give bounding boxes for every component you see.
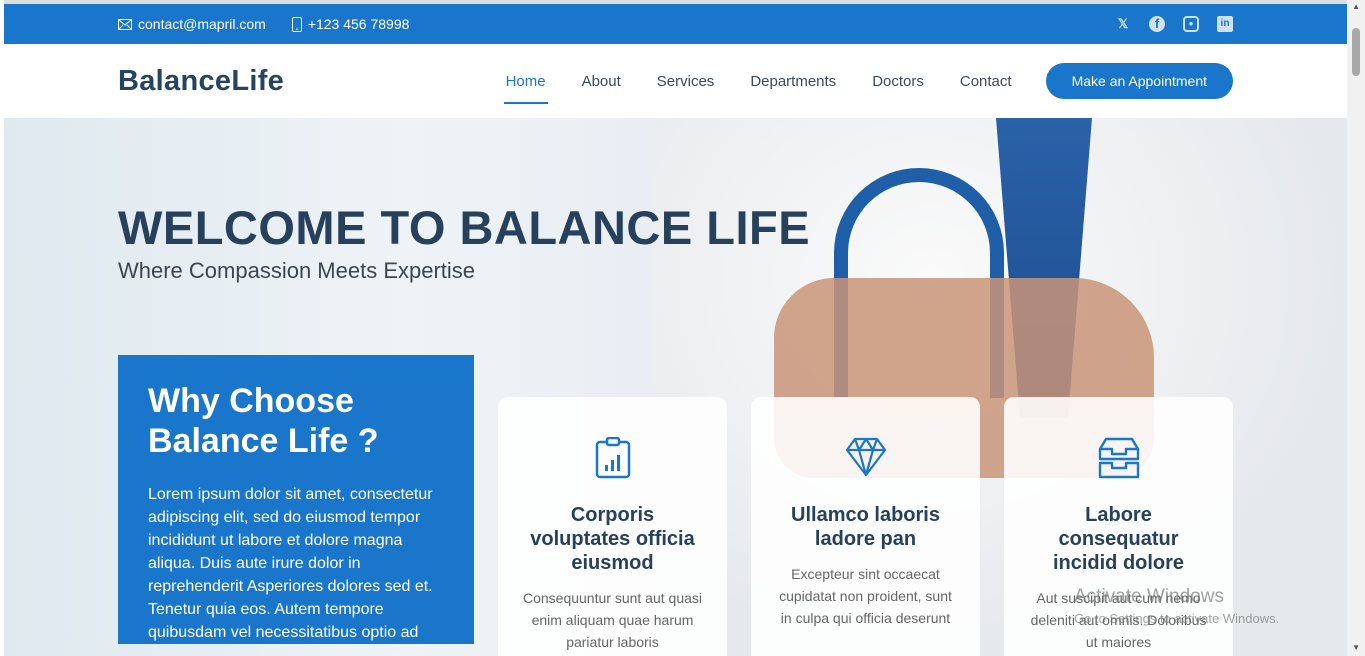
nav-home[interactable]: Home <box>503 67 548 104</box>
envelope-icon <box>118 18 132 30</box>
hero-section: WELCOME TO BALANCE LIFE Where Compassion… <box>4 118 1347 656</box>
main-nav: Home About Services Departments Doctors … <box>472 63 1233 104</box>
card-title: Ullamco laboris ladore pan <box>791 504 940 550</box>
nav-services[interactable]: Services <box>655 67 717 96</box>
card-text: Consequuntur sunt aut quasi enim aliquam… <box>522 590 702 650</box>
make-appointment-button[interactable]: Make an Appointment <box>1045 63 1233 99</box>
nav-departments[interactable]: Departments <box>748 67 838 96</box>
x-icon[interactable]: 𝕏 <box>1115 16 1131 32</box>
card-title: Labore consequatur incidid dolore <box>1052 504 1185 574</box>
windows-watermark-sub: Go to Settings to activate Windows. <box>1074 611 1280 626</box>
top-bar: contact@mapril.com +123 456 78998 𝕏 f ● … <box>4 4 1347 44</box>
windows-watermark: Activate Windows <box>1074 586 1224 607</box>
logo[interactable]: BalanceLife <box>118 65 284 98</box>
clipboard-chart-icon <box>595 437 630 479</box>
why-choose-panel: Why Choose Balance Life ? Lorem ipsum do… <box>118 355 474 644</box>
why-title: Why Choose Balance Life ? <box>148 382 379 460</box>
email-contact[interactable]: contact@mapril.com <box>118 16 266 32</box>
nav-about[interactable]: About <box>580 67 623 96</box>
feature-card: Ullamco laboris ladore pan Excepteur sin… <box>751 397 980 656</box>
phone-contact[interactable]: +123 456 78998 <box>291 16 410 32</box>
scroll-up-icon[interactable]: ▲ <box>1352 2 1360 11</box>
inbox-tray-icon <box>1098 437 1139 479</box>
hero-subtitle: Where Compassion Meets Expertise <box>118 258 476 283</box>
hero-title: WELCOME TO BALANCE LIFE <box>118 201 811 254</box>
card-text: Excepteur sint occaecat cupidatat non pr… <box>779 566 952 626</box>
scroll-down-icon[interactable]: ▼ <box>1352 643 1360 652</box>
page: contact@mapril.com +123 456 78998 𝕏 f ● … <box>4 0 1347 656</box>
linkedin-icon[interactable]: in <box>1217 16 1233 32</box>
phone-text: +123 456 78998 <box>307 16 410 32</box>
scrollbar-thumb[interactable] <box>1352 28 1360 76</box>
nav-contact[interactable]: Contact <box>958 67 1014 96</box>
header: BalanceLife Home About Services Departme… <box>4 44 1347 118</box>
nav-doctors[interactable]: Doctors <box>870 67 926 96</box>
feature-card: Corporis voluptates officia eiusmod Cons… <box>498 397 727 656</box>
scrollbar[interactable]: ▲ ▼ <box>1347 0 1365 656</box>
why-text: Lorem ipsum dolor sit amet, consectetur … <box>148 486 433 641</box>
email-text: contact@mapril.com <box>138 16 266 32</box>
social-links: 𝕏 f ● in <box>1115 16 1233 32</box>
facebook-icon[interactable]: f <box>1149 16 1165 32</box>
card-title: Corporis voluptates officia eiusmod <box>530 504 695 574</box>
phone-icon <box>291 16 302 32</box>
diamond-icon <box>845 437 886 477</box>
instagram-icon[interactable]: ● <box>1183 16 1199 32</box>
